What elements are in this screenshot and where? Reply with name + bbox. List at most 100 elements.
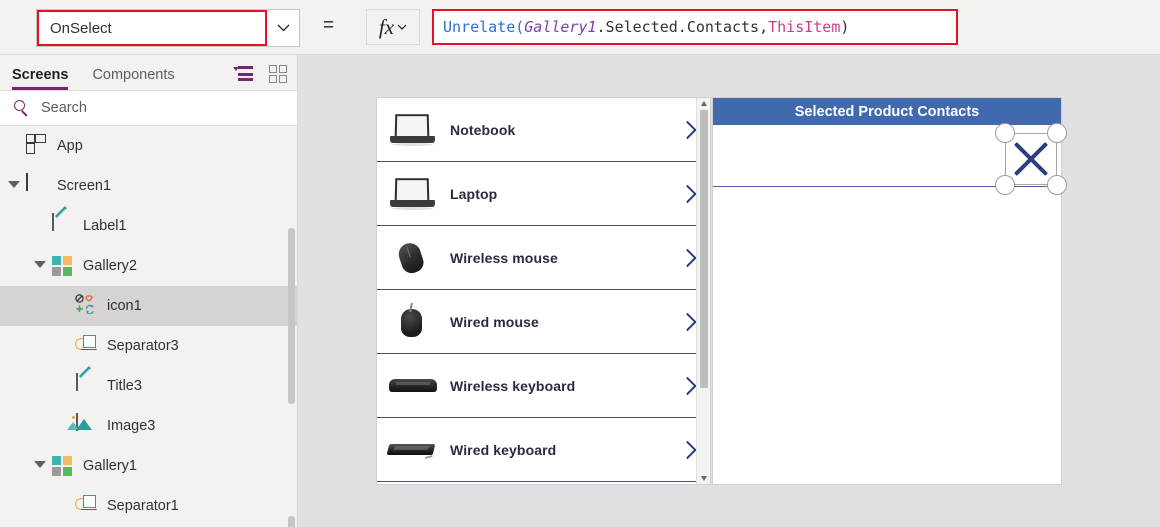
gallery-item-title: Wired mouse bbox=[450, 313, 539, 330]
chevron-down-glyph bbox=[277, 24, 289, 32]
grid-view-icon[interactable] bbox=[269, 65, 287, 83]
wireless-mouse-image bbox=[382, 235, 444, 281]
tree-item-label: Separator3 bbox=[107, 338, 179, 354]
contacts-gallery[interactable]: Selected Product Contacts bbox=[712, 97, 1067, 485]
screen-icon bbox=[24, 173, 48, 198]
expand-caret-icon[interactable] bbox=[8, 180, 20, 192]
tree-view-icon[interactable] bbox=[233, 66, 253, 82]
expand-caret-icon[interactable] bbox=[34, 460, 46, 472]
panel-tabs: Screens Components bbox=[0, 55, 297, 90]
wireless-keyboard-image bbox=[382, 363, 444, 409]
gallery-item[interactable]: Laptop bbox=[377, 162, 710, 226]
formula-token-thisitem: ThisItem bbox=[768, 18, 841, 36]
tree-item-app[interactable]: App bbox=[0, 126, 297, 166]
contacts-gallery-title: Selected Product Contacts bbox=[794, 103, 980, 120]
tree-item-label1[interactable]: Label1 bbox=[0, 206, 297, 246]
wired-keyboard-image bbox=[382, 427, 444, 473]
search-placeholder: Search bbox=[41, 100, 87, 116]
wired-mouse-image bbox=[382, 299, 444, 345]
tree-item-gallery2[interactable]: Gallery2 bbox=[0, 246, 297, 286]
icon-shapes-glyph bbox=[75, 294, 94, 315]
notebook-image bbox=[382, 107, 444, 153]
chevron-right-icon[interactable] bbox=[678, 376, 697, 395]
contacts-gallery-row[interactable] bbox=[713, 123, 1067, 195]
formula-token-close: ) bbox=[840, 18, 850, 36]
tree-item-label: Gallery2 bbox=[83, 258, 137, 274]
left-tree-panel: Screens Components Search App Screen1 La… bbox=[0, 55, 298, 527]
gallery-item[interactable]: Wired mouse bbox=[377, 290, 710, 354]
gallery-item[interactable]: Wired keyboard bbox=[377, 418, 710, 482]
tree-item-screen1[interactable]: Screen1 bbox=[0, 166, 297, 206]
tree-item-title3[interactable]: Title3 bbox=[0, 366, 297, 406]
chevron-down-icon[interactable] bbox=[397, 24, 407, 30]
icon-shapes-icon bbox=[74, 294, 98, 318]
label-icon bbox=[74, 366, 98, 398]
tree-item-separator3[interactable]: Separator3 bbox=[0, 326, 297, 366]
resize-handle-top-right[interactable] bbox=[1047, 123, 1067, 143]
expand-caret-icon[interactable] bbox=[34, 260, 46, 272]
product-gallery[interactable]: Notebook Laptop Wireless mouse Wired mou… bbox=[376, 97, 711, 485]
label-icon bbox=[50, 206, 74, 238]
image-icon bbox=[67, 413, 98, 438]
property-input[interactable]: OnSelect bbox=[37, 10, 267, 46]
gallery-item[interactable]: Wireless keyboard bbox=[377, 354, 710, 418]
search-box[interactable]: Search bbox=[0, 90, 297, 126]
gallery-item-title: Laptop bbox=[450, 185, 498, 202]
gallery-scrollbar-thumb[interactable] bbox=[700, 110, 708, 388]
separator-icon bbox=[74, 494, 98, 518]
app-canvas: Notebook Laptop Wireless mouse Wired mou… bbox=[298, 55, 1160, 527]
tree-item-label: Label1 bbox=[83, 218, 127, 234]
gallery-item[interactable]: Notebook bbox=[377, 98, 710, 162]
gallery-item-title: Wired keyboard bbox=[450, 441, 557, 458]
arrow-up-icon[interactable] bbox=[701, 101, 707, 106]
separator-icon bbox=[74, 334, 98, 358]
formula-token-function: Unrelate( bbox=[443, 18, 525, 36]
chevron-right-icon[interactable] bbox=[678, 312, 697, 331]
chevron-right-icon[interactable] bbox=[678, 184, 697, 203]
tree-item-gallery1[interactable]: Gallery1 bbox=[0, 446, 297, 486]
tree-item-label: Screen1 bbox=[57, 178, 112, 194]
tree-item-label: Gallery1 bbox=[83, 458, 137, 474]
chevron-down-icon[interactable] bbox=[267, 10, 299, 46]
gallery-icon bbox=[50, 454, 74, 478]
search-icon bbox=[14, 99, 31, 117]
gallery-item[interactable]: Wireless mouse bbox=[377, 226, 710, 290]
control-tree: App Screen1 Label1 Gallery2 icon1 Separa… bbox=[0, 126, 297, 527]
equals-sign: = bbox=[323, 15, 335, 36]
gallery-scrollbar[interactable] bbox=[696, 98, 710, 484]
tab-screens-label: Screens bbox=[12, 67, 69, 83]
tree-item-label: Separator1 bbox=[107, 498, 179, 514]
formula-input[interactable]: Unrelate( Gallery1 .Selected.Contacts, T… bbox=[432, 9, 958, 45]
chevron-right-icon[interactable] bbox=[678, 120, 697, 139]
tree-item-label: Image3 bbox=[107, 418, 156, 434]
app-icon bbox=[24, 134, 48, 158]
powerapps-studio-window: OnSelect = fx Unrelate( Gallery1 .Select… bbox=[0, 0, 1160, 527]
gallery-item-title: Notebook bbox=[450, 121, 516, 138]
contacts-gallery-header: Selected Product Contacts bbox=[713, 98, 1061, 125]
arrow-down-icon[interactable] bbox=[701, 476, 707, 481]
formula-token-control: Gallery1 bbox=[524, 18, 597, 36]
fx-icon: fx bbox=[378, 14, 395, 39]
fx-button[interactable]: fx bbox=[366, 9, 420, 45]
tree-scrollbar-thumb-lower[interactable] bbox=[288, 516, 295, 527]
gallery-item-title: Wireless keyboard bbox=[450, 377, 576, 394]
tab-components-label: Components bbox=[92, 67, 175, 83]
gallery-item-title: Wireless mouse bbox=[450, 249, 558, 266]
tree-item-label: icon1 bbox=[107, 298, 142, 314]
chevron-right-icon[interactable] bbox=[678, 440, 697, 459]
formula-token-props: .Selected.Contacts, bbox=[596, 18, 769, 36]
tree-scrollbar-thumb[interactable] bbox=[288, 228, 295, 404]
selection-box[interactable] bbox=[995, 123, 1067, 195]
tab-screens[interactable]: Screens bbox=[12, 67, 78, 90]
resize-handle-top-left[interactable] bbox=[995, 123, 1015, 143]
resize-handle-bottom-left[interactable] bbox=[995, 175, 1015, 195]
resize-handle-bottom-right[interactable] bbox=[1047, 175, 1067, 195]
tree-item-image3[interactable]: Image3 bbox=[0, 406, 297, 446]
tab-components[interactable]: Components bbox=[92, 67, 184, 90]
formula-bar: OnSelect = fx Unrelate( Gallery1 .Select… bbox=[0, 0, 1160, 55]
property-selector[interactable]: OnSelect bbox=[36, 9, 300, 47]
cancel-x-icon[interactable] bbox=[1006, 134, 1056, 184]
tree-item-separator1[interactable]: Separator1 bbox=[0, 486, 297, 526]
tree-item-icon1[interactable]: icon1 bbox=[0, 286, 297, 326]
chevron-right-icon[interactable] bbox=[678, 248, 697, 267]
